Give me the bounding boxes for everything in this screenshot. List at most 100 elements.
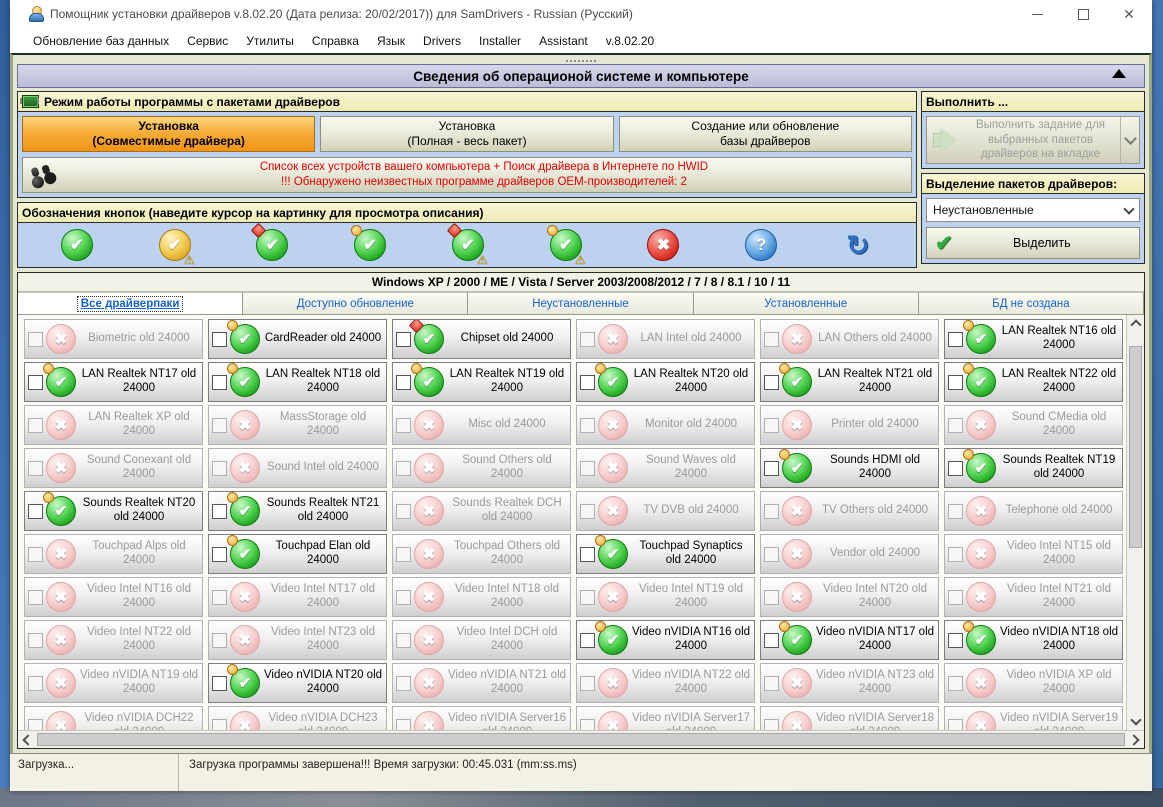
checkbox[interactable]: [28, 547, 43, 562]
checkbox[interactable]: [948, 332, 963, 347]
driver-package-cell[interactable]: CardReader old 24000: [208, 319, 387, 359]
driver-package-cell[interactable]: Video Intel NT16 old 24000: [24, 577, 203, 617]
driver-package-cell[interactable]: Video Intel NT19 old 24000: [576, 577, 755, 617]
vertical-scrollbar[interactable]: [1126, 315, 1144, 730]
driver-package-cell[interactable]: Touchpad Elan old 24000: [208, 534, 387, 574]
checkbox[interactable]: [396, 418, 411, 433]
checkbox[interactable]: [28, 332, 43, 347]
driver-package-cell[interactable]: Video Intel NT21 old 24000: [944, 577, 1123, 617]
close-button[interactable]: ✕: [1106, 0, 1152, 28]
checkbox[interactable]: [212, 633, 227, 648]
driver-package-cell[interactable]: Video nVIDIA NT18 old 24000: [944, 620, 1123, 660]
hwid-scan-button[interactable]: Список всех устройств вашего компьютера …: [22, 157, 912, 193]
driver-package-cell[interactable]: LAN Realtek NT16 old 24000: [944, 319, 1123, 359]
checkbox[interactable]: [948, 590, 963, 605]
checkbox[interactable]: [396, 719, 411, 731]
driver-package-cell[interactable]: Sounds Realtek NT19 old 24000: [944, 448, 1123, 488]
driver-package-cell[interactable]: Video nVIDIA DCH23 old 24000: [208, 706, 387, 730]
checkbox[interactable]: [580, 676, 595, 691]
driver-package-cell[interactable]: Sounds Realtek NT21 old 24000: [208, 491, 387, 531]
checkbox[interactable]: [28, 375, 43, 390]
menu-item[interactable]: Assistant: [530, 31, 597, 51]
checkbox[interactable]: [948, 547, 963, 562]
checkbox[interactable]: [396, 547, 411, 562]
tab-установленные[interactable]: Установленные: [694, 292, 919, 314]
checkbox[interactable]: [764, 375, 779, 390]
driver-package-cell[interactable]: LAN Others old 24000: [760, 319, 939, 359]
menu-item[interactable]: Обновление баз данных: [24, 31, 178, 51]
driver-package-cell[interactable]: Video nVIDIA XP old 24000: [944, 663, 1123, 703]
checkbox[interactable]: [212, 676, 227, 691]
driver-package-cell[interactable]: TV DVB old 24000: [576, 491, 755, 531]
menu-item[interactable]: Drivers: [414, 31, 470, 51]
checkbox[interactable]: [396, 332, 411, 347]
package-filter-dropdown[interactable]: Неустановленные: [926, 198, 1140, 222]
driver-package-cell[interactable]: Video Intel DCH old 24000: [392, 620, 571, 660]
horizontal-scrollbar[interactable]: [18, 730, 1144, 748]
driver-package-cell[interactable]: Video Intel NT22 old 24000: [24, 620, 203, 660]
checkbox[interactable]: [28, 504, 43, 519]
tab-бд-не-создана[interactable]: БД не создана: [919, 292, 1144, 314]
checkbox[interactable]: [28, 418, 43, 433]
checkbox[interactable]: [212, 418, 227, 433]
run-task-dropdown[interactable]: [1120, 117, 1139, 163]
checkbox[interactable]: [764, 332, 779, 347]
checkbox[interactable]: [212, 590, 227, 605]
mode-button[interactable]: Установка(Совместимые драйвера): [22, 116, 315, 152]
driver-package-cell[interactable]: Video Intel NT15 old 24000: [944, 534, 1123, 574]
checkbox[interactable]: [28, 676, 43, 691]
driver-package-cell[interactable]: Video nVIDIA DCH22 old 24000: [24, 706, 203, 730]
driver-package-cell[interactable]: Sounds HDMI old 24000: [760, 448, 939, 488]
driver-package-cell[interactable]: Video Intel NT23 old 24000: [208, 620, 387, 660]
driver-package-cell[interactable]: LAN Realtek NT19 old 24000: [392, 362, 571, 402]
menu-item[interactable]: Сервис: [178, 31, 237, 51]
driver-package-cell[interactable]: Touchpad Synaptics old 24000: [576, 534, 755, 574]
driver-package-cell[interactable]: Video nVIDIA Server17 old 24000: [576, 706, 755, 730]
checkbox[interactable]: [580, 504, 595, 519]
driver-package-cell[interactable]: MassStorage old 24000: [208, 405, 387, 445]
checkbox[interactable]: [764, 676, 779, 691]
maximize-button[interactable]: [1060, 0, 1106, 28]
driver-package-cell[interactable]: Sound Waves old 24000: [576, 448, 755, 488]
checkbox[interactable]: [396, 633, 411, 648]
menu-item[interactable]: Справка: [303, 31, 368, 51]
checkbox[interactable]: [212, 461, 227, 476]
menu-item[interactable]: Утилиты: [237, 31, 303, 51]
driver-package-cell[interactable]: LAN Realtek NT17 old 24000: [24, 362, 203, 402]
checkbox[interactable]: [580, 375, 595, 390]
checkbox[interactable]: [764, 633, 779, 648]
horizontal-scroll-thumb[interactable]: [37, 733, 1125, 746]
checkbox[interactable]: [396, 375, 411, 390]
mode-button[interactable]: Создание или обновлениебазы драйверов: [619, 116, 912, 152]
driver-package-cell[interactable]: Video nVIDIA NT19 old 24000: [24, 663, 203, 703]
info-header-bar[interactable]: Сведения об операционой системе и компью…: [17, 64, 1145, 88]
driver-package-cell[interactable]: Video nVIDIA NT21 old 24000: [392, 663, 571, 703]
checkbox[interactable]: [764, 418, 779, 433]
checkbox[interactable]: [948, 375, 963, 390]
driver-package-cell[interactable]: Touchpad Alps old 24000: [24, 534, 203, 574]
checkbox[interactable]: [212, 504, 227, 519]
checkbox[interactable]: [764, 461, 779, 476]
driver-package-cell[interactable]: LAN Realtek XP old 24000: [24, 405, 203, 445]
scroll-right-button[interactable]: [1127, 731, 1144, 748]
checkbox[interactable]: [212, 332, 227, 347]
checkbox[interactable]: [580, 418, 595, 433]
menu-item[interactable]: Installer: [470, 31, 530, 51]
driver-package-cell[interactable]: Video Intel NT20 old 24000: [760, 577, 939, 617]
scroll-left-button[interactable]: [18, 731, 35, 748]
driver-package-cell[interactable]: Sounds Realtek NT20 old 24000: [24, 491, 203, 531]
scroll-down-button[interactable]: [1127, 713, 1144, 730]
checkbox[interactable]: [948, 418, 963, 433]
checkbox[interactable]: [948, 504, 963, 519]
driver-package-cell[interactable]: Sound Intel old 24000: [208, 448, 387, 488]
driver-package-cell[interactable]: LAN Realtek NT20 old 24000: [576, 362, 755, 402]
menu-item[interactable]: Язык: [368, 31, 414, 51]
triangle-up-icon[interactable]: [1112, 69, 1126, 78]
checkbox[interactable]: [396, 590, 411, 605]
driver-package-cell[interactable]: Telephone old 24000: [944, 491, 1123, 531]
checkbox[interactable]: [396, 461, 411, 476]
checkbox[interactable]: [212, 547, 227, 562]
driver-package-cell[interactable]: LAN Realtek NT22 old 24000: [944, 362, 1123, 402]
driver-package-cell[interactable]: Video Intel NT17 old 24000: [208, 577, 387, 617]
minimize-button[interactable]: [1014, 0, 1060, 28]
